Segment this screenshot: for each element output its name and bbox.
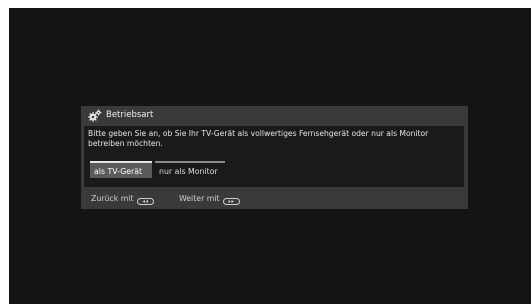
dialog-header: Betriebsart [81, 106, 468, 125]
dialog-body: Bitte geben Sie an, ob Sie Ihr TV-Gerät … [84, 126, 464, 187]
option-tv-device[interactable]: als TV-Gerät [90, 161, 152, 178]
next-hint[interactable]: Weiter mit [179, 192, 240, 206]
dialog-prompt: Bitte geben Sie an, ob Sie Ihr TV-Gerät … [88, 129, 429, 148]
dialog-title: Betriebsart [106, 110, 154, 120]
remote-ok-key-icon [222, 196, 240, 205]
mode-dialog: Betriebsart Bitte geben Sie an, ob Sie I… [81, 106, 468, 209]
back-hint[interactable]: Zurück mit [91, 192, 154, 206]
back-label: Zurück mit [91, 194, 134, 203]
next-label: Weiter mit [179, 194, 220, 203]
settings-gear-icon [88, 108, 102, 122]
tv-screen: Betriebsart Bitte geben Sie an, ob Sie I… [9, 8, 531, 304]
option-monitor-only[interactable]: nur als Monitor [155, 161, 225, 178]
remote-back-key-icon [136, 196, 154, 205]
